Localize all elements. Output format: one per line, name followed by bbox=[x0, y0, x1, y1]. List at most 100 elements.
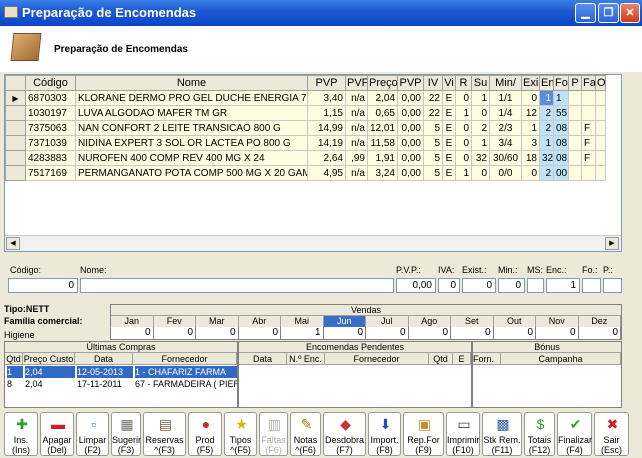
maximize-button[interactable]: ❐ bbox=[598, 3, 619, 23]
table-row[interactable]: ▶ 6870303 KLORANE DERMO PRO GEL DUCHE ENER… bbox=[5, 90, 606, 106]
table-cell: 1 bbox=[521, 120, 540, 136]
table-cell: 0,00 bbox=[397, 135, 424, 151]
codigo-input[interactable]: 0 bbox=[8, 278, 78, 293]
repfor-button[interactable]: ▣ Rep.For (F9) bbox=[403, 412, 444, 456]
compras-column-header[interactable]: Preço Custo bbox=[23, 353, 75, 365]
column-header[interactable]: PVF bbox=[345, 75, 368, 91]
faltas-button[interactable]: ▥ Faltas (F6) bbox=[259, 412, 288, 456]
table-cell: E bbox=[442, 150, 456, 166]
pendentes-column-header[interactable]: E bbox=[453, 353, 471, 365]
toolbar-label: Desdobra bbox=[324, 435, 365, 445]
table-row[interactable]: 7375063 NAN CONFORT 2 LEITE TRANSICAO 800… bbox=[5, 120, 606, 136]
vendas-value-jan: 0 bbox=[111, 327, 154, 339]
table-cell: 1 bbox=[553, 90, 569, 106]
column-header[interactable]: PVP bbox=[307, 75, 346, 91]
enc-input[interactable]: 1 bbox=[546, 278, 580, 293]
pendentes-column-header[interactable]: Fornecedor bbox=[325, 353, 429, 365]
import-button[interactable]: ⬇ Import. (F8) bbox=[368, 412, 401, 456]
compras-column-header[interactable]: Data bbox=[75, 353, 133, 365]
table-cell: 7517169 bbox=[25, 165, 76, 181]
minimize-button[interactable]: ▁ bbox=[575, 3, 596, 23]
pvp-input[interactable]: 0,00 bbox=[396, 278, 436, 293]
column-header[interactable]: P bbox=[568, 75, 582, 91]
scroll-right-icon[interactable]: ▶ bbox=[605, 237, 619, 250]
p-input[interactable] bbox=[603, 278, 622, 293]
check-icon: ✔ bbox=[569, 416, 582, 432]
pendentes-column-header[interactable]: N.º Enc. bbox=[287, 353, 325, 365]
column-header[interactable]: IV bbox=[423, 75, 443, 91]
column-header[interactable]: O bbox=[595, 75, 606, 91]
compras-cell[interactable]: 2,04 bbox=[25, 378, 75, 390]
stkrem-button[interactable]: ▩ Stk Rem. (F11) bbox=[482, 412, 522, 456]
iva-input[interactable]: 0 bbox=[438, 278, 460, 293]
column-header[interactable]: En bbox=[539, 75, 554, 91]
money-icon: $ bbox=[536, 416, 545, 432]
apagar-button[interactable]: ▬ Apagar (Del) bbox=[40, 412, 74, 456]
supplier-icon: ▣ bbox=[417, 416, 432, 432]
compras-cell[interactable]: 1 - CHAFARIZ FARMA bbox=[135, 366, 237, 378]
pendentes-column-header[interactable]: Data bbox=[239, 353, 287, 365]
exist-input[interactable]: 0 bbox=[462, 278, 496, 293]
vendas-month-dez: Dez bbox=[579, 316, 621, 327]
imprimir-button[interactable]: ▭ Imprimir (F10) bbox=[446, 412, 480, 456]
prod-button[interactable]: ● Prod (F5) bbox=[188, 412, 222, 456]
compras-cell[interactable]: 2,04 bbox=[25, 366, 75, 378]
reservas-button[interactable]: ▤ Reservas ^(F3) bbox=[143, 412, 186, 456]
column-header[interactable]: For bbox=[553, 75, 569, 91]
compras-cell[interactable]: 12-05-2013 bbox=[77, 366, 133, 378]
table-cell: ,99 bbox=[345, 150, 368, 166]
column-header[interactable]: Fa bbox=[581, 75, 596, 91]
column-header[interactable]: Vi bbox=[442, 75, 456, 91]
bonus-column-header[interactable]: Forn. bbox=[473, 353, 501, 365]
scroll-left-icon[interactable]: ◀ bbox=[6, 237, 20, 250]
table-row[interactable]: 4283883 NUROFEN 400 COMP REV 400 MG X 24 2… bbox=[5, 150, 606, 166]
bonus-column-header[interactable]: Campanha bbox=[501, 353, 621, 365]
table-cell: 0,00 bbox=[397, 120, 424, 136]
column-header[interactable]: R bbox=[455, 75, 472, 91]
compras-column-header[interactable]: Fornecedor bbox=[133, 353, 237, 365]
vendas-value-out: 0 bbox=[493, 327, 536, 339]
products-grid[interactable]: Código Nome PVP PVF Preço PVP IV Vi R Su Min/Exi En… bbox=[4, 74, 622, 252]
column-header[interactable]: Su bbox=[471, 75, 490, 91]
star-icon: ★ bbox=[235, 416, 248, 432]
column-header[interactable]: Min/ bbox=[489, 75, 522, 91]
page-title: Preparação de Encomendas bbox=[54, 44, 188, 55]
compras-cell[interactable]: 67 - FARMADEIRA ( PIER bbox=[135, 378, 237, 390]
notas-button[interactable]: ✎ Notas ^(F6) bbox=[290, 412, 321, 456]
table-row[interactable]: 7517169 PERMANGANATO POTA COMP 500 MG X 2… bbox=[5, 165, 606, 181]
pendentes-column-header[interactable]: Qtd bbox=[429, 353, 453, 365]
ins-button[interactable]: ✚ Ins. (Ins) bbox=[4, 412, 38, 456]
table-row[interactable]: 1030197 LUVA ALGODAO MAFER TM GR 1,15 n/a 0,… bbox=[5, 105, 606, 121]
table-cell: 3,24 bbox=[367, 165, 398, 181]
desdobra-button[interactable]: ◆ Desdobra (F7) bbox=[323, 412, 366, 456]
min-input[interactable]: 0 bbox=[498, 278, 525, 293]
toolbar-label: Sair bbox=[603, 435, 620, 445]
column-header[interactable]: Exi bbox=[521, 75, 540, 91]
table-cell: 3/4 bbox=[489, 135, 522, 151]
table-row[interactable]: 7371039 NIDINA EXPERT 3 SOL OR LACTEA PO … bbox=[5, 135, 606, 151]
fo-input[interactable] bbox=[582, 278, 601, 293]
column-header[interactable]: PVP bbox=[397, 75, 424, 91]
limpar-button[interactable]: ▫ Limpar (F2) bbox=[76, 412, 109, 456]
ms-input[interactable] bbox=[527, 278, 544, 293]
compras-cell[interactable]: 17-11-2011 bbox=[77, 378, 133, 390]
toolbar-label: Imprimir bbox=[447, 435, 480, 445]
nome-input[interactable] bbox=[80, 278, 394, 293]
column-header[interactable]: Código bbox=[25, 75, 76, 91]
horizontal-scrollbar[interactable]: ◀ ▶ bbox=[5, 235, 621, 251]
toolbar-label: Stk Rem. bbox=[483, 435, 521, 445]
sair-button[interactable]: ✖ Sair (Esc) bbox=[594, 412, 629, 456]
totais-button[interactable]: $ Totais (F12) bbox=[524, 412, 555, 456]
sugerir-button[interactable]: ▦ Sugerir (F3) bbox=[111, 412, 141, 456]
ultimas-compras-title: Últimas Compras bbox=[5, 342, 237, 353]
finalizar-button[interactable]: ✔ Finalizar (F4) bbox=[557, 412, 592, 456]
column-header[interactable]: Preço bbox=[367, 75, 398, 91]
compras-column-header[interactable]: Qtd bbox=[5, 353, 23, 365]
toolbar-shortcut: (F4) bbox=[566, 445, 583, 455]
title-bar[interactable]: Preparação de Encomendas ▁ ❐ ✕ bbox=[0, 0, 642, 26]
tipos-button[interactable]: ★ Tipos ^(F5) bbox=[224, 412, 257, 456]
column-header[interactable]: Nome bbox=[75, 75, 308, 91]
close-button[interactable]: ✕ bbox=[620, 3, 640, 23]
compras-cell[interactable]: 8 bbox=[7, 378, 23, 390]
compras-cell[interactable]: 1 bbox=[7, 366, 23, 378]
